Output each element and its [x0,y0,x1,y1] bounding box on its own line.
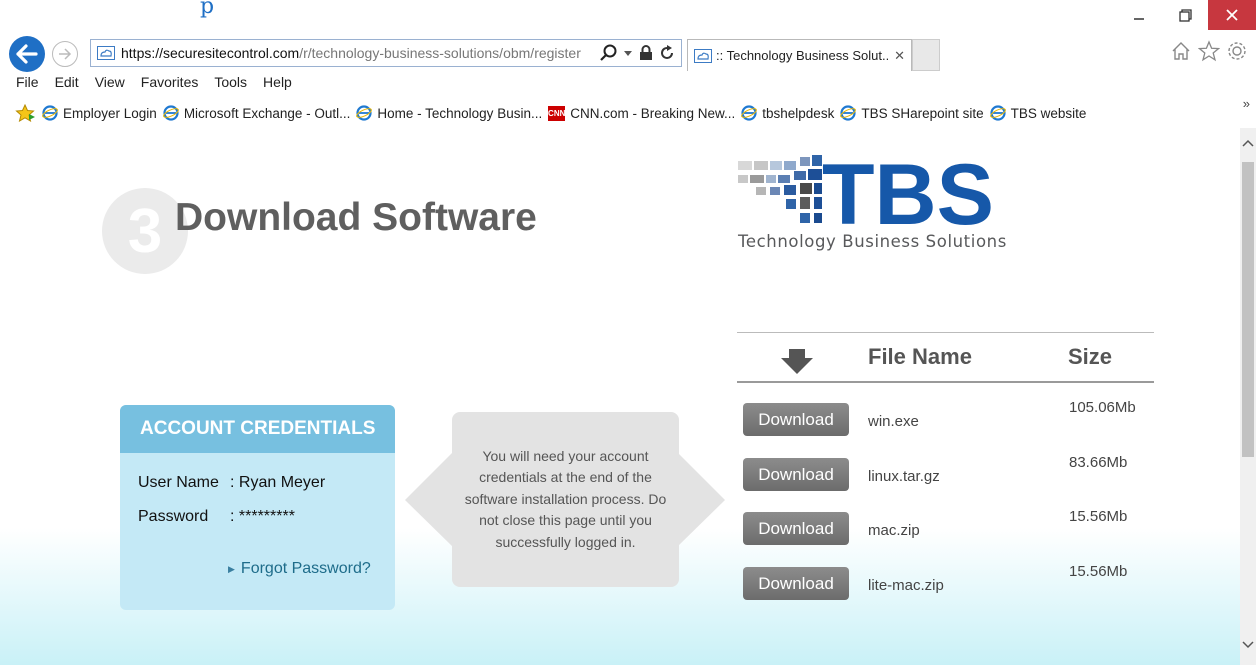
dropdown-icon[interactable] [623,49,633,57]
forward-button[interactable] [52,41,78,67]
page-content: 3 Download Software TBS Technology Busin… [0,128,1240,665]
triangle-right-icon: ▶ [228,563,235,574]
close-window-button[interactable] [1208,0,1256,30]
ie-icon [989,105,1006,121]
username-value: : Ryan Meyer [230,474,326,491]
toolbar-icons [1170,40,1248,62]
download-button-linux[interactable]: Download [743,458,849,491]
download-button-lite-mac[interactable]: Download [743,567,849,600]
search-icon[interactable] [599,44,617,62]
favorite-tbs-sharepoint[interactable]: TBS SHarepoint site [840,105,984,121]
credentials-note: You will need your account credentials a… [452,412,679,587]
page-title: Download Software [175,196,537,239]
file-size: 15.56Mb [1069,563,1128,580]
favorite-cnn[interactable]: CNN CNN.com - Breaking New... [548,105,735,121]
password-label: Password [138,508,209,525]
file-size: 105.06Mb [1069,399,1136,416]
add-favorite-star-icon[interactable] [14,104,36,122]
lock-icon[interactable] [639,45,653,61]
favorites-bar: Employer Login Microsoft Exchange - Outl… [0,100,1256,126]
scrollbar-thumb[interactable] [1242,162,1254,457]
window-controls [1116,0,1256,30]
browser-tab[interactable]: :: Technology Business Solut... ✕ [687,39,912,71]
scroll-up-chevron-icon[interactable] [1240,134,1256,152]
scroll-down-chevron-icon[interactable] [1240,636,1256,654]
logo-text: TBS [822,153,994,243]
ie-icon [356,105,373,121]
file-size: 83.66Mb [1069,454,1128,471]
menu-tools[interactable]: Tools [206,74,255,94]
ie-icon [840,105,857,121]
address-url[interactable]: https://securesitecontrol.com/r/technolo… [121,45,599,61]
ie-icon [741,105,758,121]
close-tab-icon[interactable]: ✕ [888,48,911,64]
new-tab-button[interactable] [912,39,940,71]
password-row: Password : ********* [138,508,295,526]
favorite-employer-login[interactable]: Employer Login [42,105,157,121]
back-button[interactable] [9,36,45,72]
username-label: User Name [138,474,219,491]
cnn-icon: CNN [548,105,565,121]
table-row: Download linux.tar.gz 83.66Mb [743,454,1163,494]
favorite-home-tbs[interactable]: Home - Technology Busin... [356,105,542,121]
refresh-icon[interactable] [659,45,675,61]
menu-view[interactable]: View [87,74,133,94]
ie-icon [42,105,58,121]
menu-bar: File Edit View Favorites Tools Help [0,74,300,94]
site-cloud-icon [97,46,115,60]
browser-chrome: p https://securesitecontrol.com/r/techno… [0,0,1256,128]
logo-subtitle: Technology Business Solutions [738,232,1007,251]
table-row: Download mac.zip 15.56Mb [743,508,1163,548]
download-button-win[interactable]: Download [743,403,849,436]
tab-cloud-icon [694,48,712,63]
account-credentials-card: ACCOUNT CREDENTIALS User Name : Ryan Mey… [120,405,395,610]
minimize-button[interactable] [1116,0,1162,30]
table-row: Download win.exe 105.06Mb [743,399,1163,439]
favorite-tbshelpdesk[interactable]: tbshelpdesk [741,105,834,121]
username-row: User Name : Ryan Meyer [138,474,325,492]
favorites-star-icon[interactable] [1198,40,1220,62]
menu-file[interactable]: File [0,74,47,94]
file-name: win.exe [868,413,919,430]
forgot-password-link[interactable]: ▶ Forgot Password? [228,560,371,578]
favorites-overflow-chevron-icon[interactable]: » [1243,96,1250,111]
settings-gear-icon[interactable] [1226,40,1248,62]
ie-icon [162,105,179,121]
password-value: : ********* [230,508,295,525]
table-row: Download lite-mac.zip 15.56Mb [743,563,1163,603]
address-bar[interactable]: https://securesitecontrol.com/r/technolo… [90,39,682,67]
file-name: linux.tar.gz [868,468,940,485]
table-top-divider [737,332,1154,333]
page-title-fragment: p [200,0,215,19]
table-header-divider [737,381,1154,383]
forward-arrow-icon [59,48,72,60]
download-button-mac[interactable]: Download [743,512,849,545]
column-header-file-name: File Name [868,344,972,369]
menu-help[interactable]: Help [255,74,300,94]
file-size: 15.56Mb [1069,508,1128,525]
file-name: lite-mac.zip [868,577,944,594]
restore-button[interactable] [1162,0,1208,30]
file-name: mac.zip [868,522,920,539]
column-header-size: Size [1068,344,1113,369]
favorite-tbs-website[interactable]: TBS website [989,105,1086,121]
menu-favorites[interactable]: Favorites [133,74,207,94]
menu-edit[interactable]: Edit [47,74,87,94]
favorite-microsoft-exchange[interactable]: Microsoft Exchange - Outl... [162,105,350,121]
home-icon[interactable] [1170,40,1192,62]
credentials-header: ACCOUNT CREDENTIALS [120,405,395,453]
logo-pixel-mark [738,155,822,223]
download-arrow-icon [781,349,813,374]
back-arrow-icon [16,44,38,64]
tab-title: :: Technology Business Solut... [716,48,889,63]
